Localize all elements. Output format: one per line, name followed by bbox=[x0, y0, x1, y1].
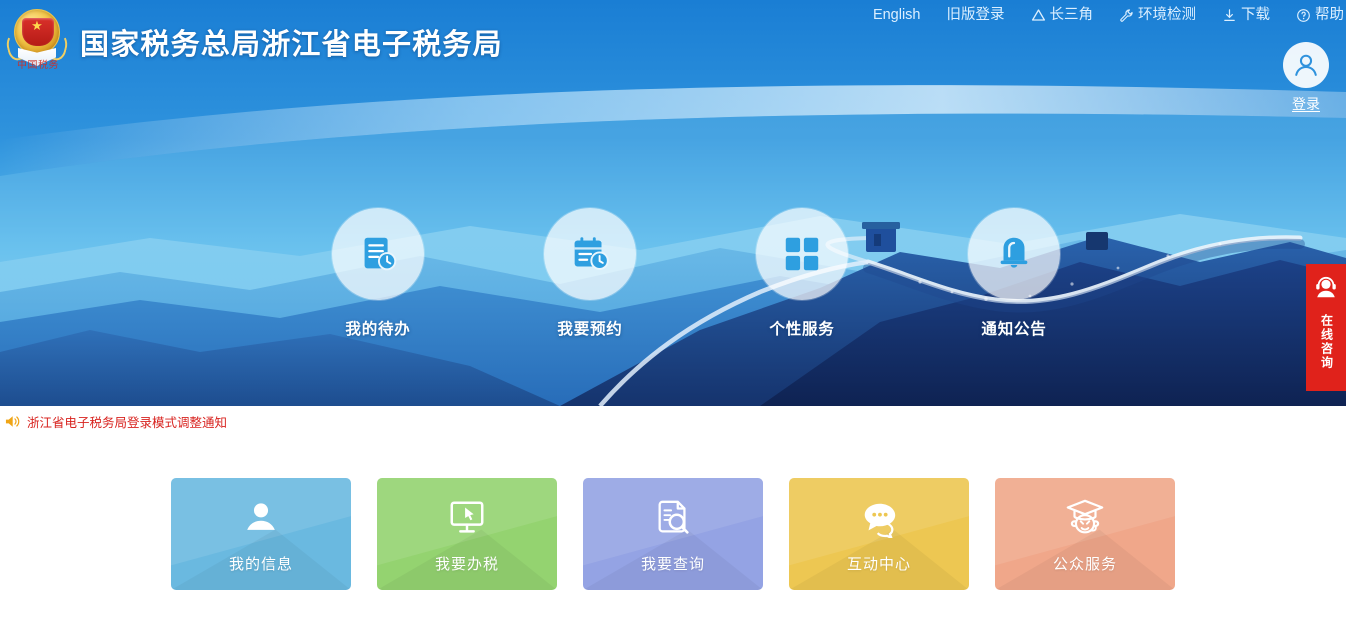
site-title: 国家税务总局浙江省电子税务局 bbox=[80, 29, 503, 61]
question-circle-icon bbox=[1296, 8, 1311, 23]
quick-link-announcements[interactable]: 通知公告 bbox=[964, 208, 1064, 339]
service-card-label: 我要查询 bbox=[640, 555, 705, 573]
quick-link-label: 我要预约 bbox=[557, 321, 623, 338]
person-icon bbox=[241, 495, 281, 541]
top-nav-label: 旧版登录 bbox=[946, 6, 1005, 23]
login-button[interactable]: 登录 bbox=[1273, 42, 1339, 114]
top-nav-item-environment-check[interactable]: 环境检测 bbox=[1119, 8, 1196, 23]
quick-link-label: 我的待办 bbox=[345, 321, 411, 338]
service-card-public-service[interactable]: 公众服务 bbox=[995, 478, 1175, 590]
quick-link-my-todo[interactable]: 我的待办 bbox=[328, 208, 428, 339]
service-card-label: 互动中心 bbox=[846, 555, 911, 573]
grid-squares-icon bbox=[756, 208, 848, 300]
top-nav-label: English bbox=[872, 6, 921, 23]
top-nav-label: 长三角 bbox=[1049, 6, 1094, 23]
triangle-icon bbox=[1031, 8, 1046, 22]
login-label: 登录 bbox=[1292, 96, 1320, 112]
hero-banner: English 旧版登录 长三角 环境检测 下载 帮助 ★ 中国税务 国家税务总… bbox=[0, 0, 1346, 406]
online-consult-label: 在线咨询 bbox=[1319, 314, 1334, 370]
quick-link-label: 个性服务 bbox=[769, 321, 835, 338]
top-nav-item-download[interactable]: 下载 bbox=[1222, 8, 1270, 23]
quick-link-appointment[interactable]: 我要预约 bbox=[540, 208, 640, 339]
headset-person-icon bbox=[1314, 276, 1338, 305]
top-nav-item-legacy-login[interactable]: 旧版登录 bbox=[947, 8, 1005, 23]
user-avatar-icon bbox=[1283, 42, 1329, 88]
top-nav-item-english[interactable]: English bbox=[873, 8, 921, 23]
graduate-headset-icon bbox=[1064, 495, 1106, 541]
service-card-label: 我的信息 bbox=[228, 555, 293, 573]
document-search-icon bbox=[653, 495, 693, 541]
top-nav-label: 下载 bbox=[1241, 6, 1270, 23]
page-root: English 旧版登录 长三角 环境检测 下载 帮助 ★ 中国税务 国家税务总… bbox=[0, 0, 1346, 624]
document-clock-icon bbox=[332, 208, 424, 300]
service-card-interaction-center[interactable]: 互动中心 bbox=[789, 478, 969, 590]
service-card-label: 公众服务 bbox=[1052, 555, 1117, 573]
download-icon bbox=[1222, 8, 1237, 23]
china-tax-emblem-icon: 中国税务 bbox=[3, 8, 71, 76]
calendar-clock-icon bbox=[544, 208, 636, 300]
speaker-horn-icon bbox=[4, 414, 21, 429]
service-card-query[interactable]: 我要查询 bbox=[583, 478, 763, 590]
top-nav-label: 环境检测 bbox=[1138, 6, 1196, 23]
service-card-tax-handling[interactable]: 我要办税 bbox=[377, 478, 557, 590]
top-nav-item-yangtze-delta[interactable]: 长三角 bbox=[1031, 6, 1094, 23]
service-card-row: 我的信息 我要办税 我要查询 互动中心 公众服务 bbox=[0, 478, 1346, 590]
top-nav-item-help[interactable]: 帮助 bbox=[1296, 8, 1344, 23]
announcement-bar: 浙江省电子税务局登录模式调整通知 bbox=[0, 406, 1346, 436]
online-consult-button[interactable]: 在线咨询 bbox=[1306, 264, 1346, 391]
quick-link-personal-service[interactable]: 个性服务 bbox=[752, 208, 852, 339]
wrench-icon bbox=[1119, 8, 1134, 23]
banner-quick-links: 我的待办 我要预约 个性服务 通知公告 bbox=[0, 208, 1346, 339]
monitor-cursor-icon bbox=[446, 495, 488, 541]
quick-link-label: 通知公告 bbox=[981, 321, 1047, 338]
bell-icon bbox=[968, 208, 1060, 300]
service-card-label: 我要办税 bbox=[434, 555, 499, 573]
emblem-caption: 中国税务 bbox=[17, 60, 59, 71]
brand-header: 中国税务 国家税务总局浙江省电子税务局 bbox=[0, 8, 503, 76]
chat-bubbles-icon bbox=[857, 495, 901, 541]
announcement-text[interactable]: 浙江省电子税务局登录模式调整通知 bbox=[27, 412, 227, 431]
service-card-my-info[interactable]: 我的信息 bbox=[171, 478, 351, 590]
top-nav-label: 帮助 bbox=[1315, 6, 1344, 23]
